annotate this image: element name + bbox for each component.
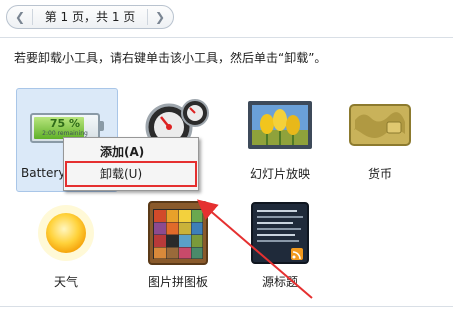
gadget-label: 幻灯片放映 <box>249 167 310 181</box>
gadget-label: 天气 <box>53 275 78 289</box>
gadget-slideshow[interactable]: 幻灯片放映 <box>230 88 330 190</box>
battery-percent: 75 % <box>49 117 81 130</box>
menu-item-add[interactable]: 添加(A) <box>64 141 198 163</box>
pager-bar: ❮ 第 1 页，共 1 页 ❯ <box>0 0 453 36</box>
gadget-currency[interactable]: 货币 <box>330 88 430 190</box>
pager-divider <box>147 9 148 25</box>
gadget-label: 源标题 <box>261 275 298 289</box>
page-indicator: 第 1 页，共 1 页 <box>44 10 136 24</box>
feed-headlines-icon <box>230 196 330 270</box>
menu-item-label: 添加(A) <box>100 145 145 159</box>
chevron-right-icon[interactable]: ❯ <box>149 6 171 28</box>
gadget-weather[interactable]: 天气 <box>16 196 116 298</box>
uninstall-highlight-box <box>65 161 197 187</box>
pager: ❮ 第 1 页，共 1 页 ❯ <box>6 5 174 29</box>
divider <box>0 37 453 38</box>
gadget-picture-puzzle[interactable]: 图片拼图板 <box>128 196 228 298</box>
puzzle-board-icon <box>128 196 228 270</box>
gadget-label: 货币 <box>367 167 392 181</box>
gadget-feed-headlines[interactable]: 源标题 <box>230 196 330 298</box>
divider <box>0 306 453 307</box>
slideshow-icon <box>230 88 330 162</box>
chevron-left-icon[interactable]: ❮ <box>9 6 31 28</box>
sun-icon <box>16 196 116 270</box>
gadget-label: 图片拼图板 <box>147 275 208 289</box>
uninstall-hint: 若要卸载小工具，请右键单击该小工具，然后单击“卸载”。 <box>14 51 327 65</box>
currency-card-icon <box>330 88 430 162</box>
battery-remaining: 2:00 remaining <box>42 130 88 137</box>
